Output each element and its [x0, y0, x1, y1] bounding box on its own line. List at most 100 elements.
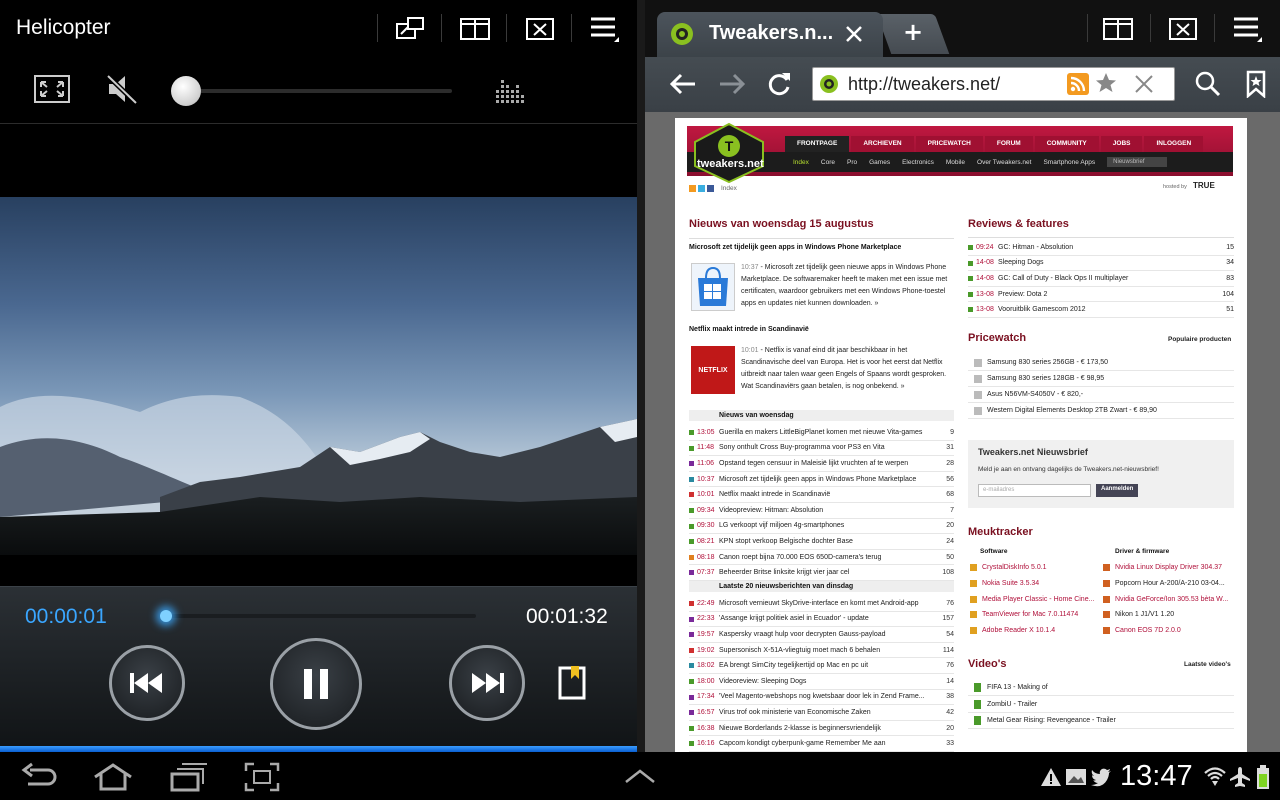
gallery-notification-icon[interactable]: [1065, 767, 1087, 787]
menu-item-frontpage[interactable]: FRONTPAGE: [785, 136, 850, 152]
web-page[interactable]: Index Core Pro Games Electronics Mobile …: [675, 118, 1247, 752]
news-row[interactable]: 16:57 Virus trof ook ministerie van Econo…: [689, 705, 954, 721]
browser-menu-button[interactable]: [1224, 10, 1272, 48]
review-row[interactable]: 09:24 GC: Hitman - Absolution 15: [968, 240, 1234, 256]
comment-count[interactable]: 20: [946, 522, 954, 529]
comment-count[interactable]: 50: [946, 554, 954, 561]
news-row[interactable]: 11:48 Sony onthult Cross Buy-programma vo…: [689, 441, 954, 457]
video-row[interactable]: FIFA 13 - Making of: [968, 680, 1234, 696]
comment-count[interactable]: 42: [946, 709, 954, 716]
breadcrumb[interactable]: Index: [721, 185, 737, 192]
screenshot-button[interactable]: [244, 762, 280, 792]
submenu-item[interactable]: Smartphone Apps: [1043, 159, 1095, 166]
bookmarks-button[interactable]: [1244, 70, 1268, 99]
pricewatch-row[interactable]: Asus N56VM-S4050V - € 820,-: [968, 387, 1234, 403]
meuktracker-item-label[interactable]: Popcorn Hour A-200/A-210 03-04...: [1115, 580, 1225, 587]
comment-count[interactable]: 14: [946, 678, 954, 685]
submenu-item[interactable]: Index: [793, 159, 809, 166]
news-title[interactable]: Sony onthult Cross Buy-programma voor PS…: [719, 444, 885, 451]
meuktracker-item-label[interactable]: Nvidia Linux Display Driver 304.37: [1115, 564, 1222, 571]
review-title[interactable]: Vooruitblik Gamescom 2012: [998, 306, 1086, 313]
popular-products-link[interactable]: Populaire producten: [1168, 336, 1231, 343]
news-row[interactable]: 22:49 Microsoft vernieuwt SkyDrive-interf…: [689, 596, 954, 612]
menu-item-forum[interactable]: FORUM: [984, 136, 1033, 152]
rss-icon[interactable]: [689, 185, 696, 192]
close-window-button[interactable]: [516, 10, 564, 48]
meuktracker-item-label[interactable]: CrystalDiskInfo 5.0.1: [982, 564, 1047, 571]
mini-app-tray-button[interactable]: [623, 766, 657, 786]
review-title[interactable]: Sleeping Dogs: [998, 259, 1044, 266]
forward-button[interactable]: [716, 70, 748, 98]
warning-icon[interactable]: [1040, 766, 1062, 788]
comment-count[interactable]: 68: [946, 491, 954, 498]
rewind-button[interactable]: [109, 645, 185, 721]
fast-forward-button[interactable]: [449, 645, 525, 721]
comment-count[interactable]: 33: [946, 740, 954, 747]
equalizer-button[interactable]: [492, 74, 528, 106]
video-title[interactable]: ZombiU - Trailer: [987, 701, 1037, 708]
news-title[interactable]: Opstand tegen censuur in Maleisië lijkt …: [719, 460, 908, 467]
comment-count[interactable]: 9: [950, 429, 954, 436]
bookmark-star-icon[interactable]: [1095, 72, 1117, 94]
review-row[interactable]: 13-08 Preview: Dota 2 104: [968, 287, 1234, 303]
meuktracker-item[interactable]: Adobe Reader X 10.1.4: [970, 623, 1055, 639]
news-row[interactable]: 11:06 Opstand tegen censuur in Maleisië l…: [689, 456, 954, 472]
fullscreen-button[interactable]: [30, 71, 74, 107]
meuktracker-item-label[interactable]: Adobe Reader X 10.1.4: [982, 627, 1055, 634]
news-title[interactable]: Nieuwe Borderlands 2-klasse is beginners…: [719, 725, 881, 732]
submenu-item[interactable]: Games: [869, 159, 890, 166]
menu-button[interactable]: [581, 10, 629, 48]
review-title[interactable]: GC: Hitman - Absolution: [998, 244, 1073, 251]
news-title[interactable]: Supersonisch X-51A-vliegtuig moet mach 6…: [719, 647, 880, 654]
comment-count[interactable]: 34: [1226, 259, 1234, 266]
site-search-input[interactable]: Nieuwsbrief: [1107, 157, 1168, 167]
recent-apps-button[interactable]: [168, 762, 208, 792]
meuktracker-item-label[interactable]: Canon EOS 7D 2.0.0: [1115, 627, 1181, 634]
submenu-item[interactable]: Mobile: [946, 159, 965, 166]
comment-count[interactable]: 15: [1226, 244, 1234, 251]
menu-item-inloggen[interactable]: INLOGGEN: [1144, 136, 1204, 152]
pause-button[interactable]: [270, 638, 362, 730]
windows-phone-store-thumbnail[interactable]: [691, 263, 735, 311]
meuktracker-item-label[interactable]: Media Player Classic - Home Cine...: [982, 596, 1094, 603]
pricewatch-row[interactable]: Western Digital Elements Desktop 2TB Zwa…: [968, 403, 1234, 419]
twitter-notification-icon[interactable]: [1090, 767, 1112, 787]
new-tab-button[interactable]: +: [898, 18, 928, 46]
comment-count[interactable]: 83: [1226, 275, 1234, 282]
news-row[interactable]: 09:34 Videopreview: Hitman: Absolution 7: [689, 503, 954, 519]
review-row[interactable]: 14-08 GC: Call of Duty - Black Ops II mul…: [968, 271, 1234, 287]
close-tab-button[interactable]: [842, 22, 866, 46]
meuktracker-item[interactable]: Nvidia GeForce/Ion 305.53 bèta W...: [1103, 591, 1228, 607]
news-title[interactable]: Capcom kondigt cyberpunk-game Remember M…: [719, 740, 886, 747]
submenu-item[interactable]: Pro: [847, 159, 857, 166]
bookmark-button[interactable]: [556, 664, 590, 702]
split-view-button[interactable]: [451, 10, 499, 48]
submenu-item[interactable]: Core: [821, 159, 835, 166]
news-title[interactable]: Videoreview: Sleeping Dogs: [719, 678, 806, 685]
popup-play-button[interactable]: [386, 10, 434, 48]
news-row[interactable]: 18:00 Videoreview: Sleeping Dogs 14: [689, 674, 954, 690]
video-title[interactable]: FIFA 13 - Making of: [987, 684, 1048, 691]
news-row[interactable]: 09:30 LG verkoopt vijf miljoen 4g-smartph…: [689, 519, 954, 535]
rss-icon[interactable]: [1067, 73, 1089, 95]
menu-item-pricewatch[interactable]: PRICEWATCH: [915, 136, 983, 152]
meuktracker-item-label[interactable]: Nvidia GeForce/Ion 305.53 bèta W...: [1115, 596, 1228, 603]
review-title[interactable]: GC: Call of Duty - Black Ops II multipla…: [998, 275, 1128, 282]
submenu-item[interactable]: Electronics: [902, 159, 934, 166]
split-divider[interactable]: [637, 0, 645, 752]
video-title[interactable]: Metal Gear Rising: Revengeance - Trailer: [987, 717, 1116, 724]
video-row[interactable]: ZombiU - Trailer: [968, 697, 1234, 713]
home-nav-button[interactable]: [92, 762, 134, 792]
review-title[interactable]: Preview: Dota 2: [998, 291, 1047, 298]
browser-split-button[interactable]: [1094, 10, 1142, 48]
latest-videos-link[interactable]: Laatste video's: [1184, 661, 1231, 668]
meuktracker-item[interactable]: Popcorn Hour A-200/A-210 03-04...: [1103, 576, 1225, 592]
meuktracker-item[interactable]: Nikon 1 J1/V1 1.20: [1103, 607, 1174, 623]
news-row[interactable]: 08:18 Canon roept bijna 70.000 EOS 650D-c…: [689, 550, 954, 566]
seek-bar[interactable]: [166, 614, 476, 618]
seek-thumb[interactable]: [160, 610, 172, 622]
news-title[interactable]: Videopreview: Hitman: Absolution: [719, 507, 823, 514]
video-frame[interactable]: [0, 197, 637, 555]
comment-count[interactable]: 54: [946, 631, 954, 638]
news-title[interactable]: Kaspersky vraagt hulp voor decrypten Gau…: [719, 631, 886, 638]
